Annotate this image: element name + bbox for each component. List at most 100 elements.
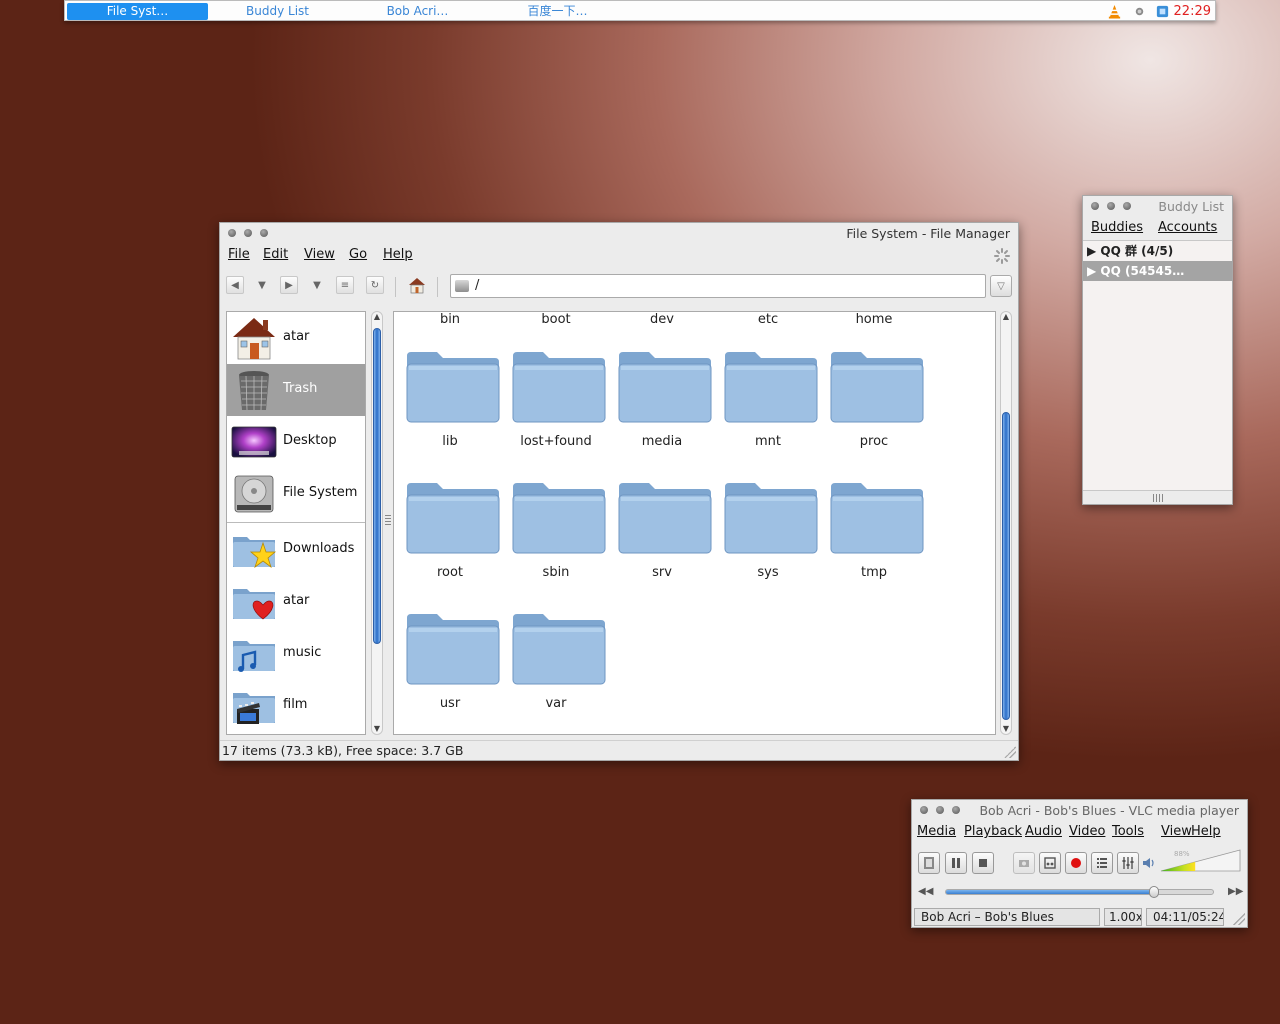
ab-loop-button[interactable] [1039,852,1061,874]
menu-edit[interactable]: Edit [263,247,288,262]
scroll-up-icon[interactable]: ▲ [371,312,383,322]
sidebar-item-desktop[interactable]: Desktop [227,416,365,468]
sidebar-item-home[interactable]: atar [227,312,365,364]
scroll-up-icon[interactable]: ▲ [1000,312,1012,322]
folder-label-home[interactable]: home [821,312,927,327]
stop-button[interactable] [972,852,994,874]
sidebar-item-film[interactable]: film [227,680,365,732]
folder-view-scrollbar[interactable]: ▲ ▼ [1000,311,1012,735]
im-icon[interactable] [1155,4,1170,19]
folder-label-dev[interactable]: dev [609,312,715,327]
network-icon[interactable] [1132,4,1147,19]
harddrive-icon [455,280,469,292]
pause-button[interactable] [945,852,967,874]
reload-button[interactable]: ↻ [366,276,384,294]
maximize-icon[interactable] [952,806,960,814]
buddy-group-qq[interactable]: ▶ QQ (54545… [1083,261,1232,281]
menu-help[interactable]: Help [383,247,413,262]
sidebar-scrollbar[interactable]: ▲ ▼ [371,311,383,735]
folder-item[interactable]: lost+found [503,340,609,471]
record-button[interactable] [1065,852,1087,874]
seek-slider[interactable] [945,886,1214,898]
sidebar-item-downloads[interactable]: Downloads [227,524,365,576]
minimize-icon[interactable] [244,229,252,237]
close-icon[interactable] [228,229,236,237]
scroll-down-icon[interactable]: ▼ [371,724,383,734]
sidebar-item-trash[interactable]: Trash [227,364,365,416]
folder-item[interactable]: proc [821,340,927,471]
folder-label-bin[interactable]: bin [397,312,503,327]
menu-view[interactable]: View [304,247,335,262]
speaker-icon[interactable] [1142,856,1156,870]
fullscreen-button[interactable] [918,852,940,874]
folder-scroll-thumb[interactable] [1002,412,1010,720]
menu-file[interactable]: File [228,247,250,262]
file-manager-titlebar[interactable]: File System - File Manager [220,223,1018,245]
snapshot-button[interactable] [1013,852,1035,874]
close-icon[interactable] [1091,202,1099,210]
back-history-button[interactable]: ▼ [253,276,271,294]
menu-media[interactable]: Media [917,824,956,839]
resize-grip-icon[interactable] [1233,913,1245,925]
equalizer-button[interactable] [1117,852,1139,874]
forward-button[interactable]: ▶ [280,276,298,294]
fast-forward-icon[interactable]: ▶▶ [1228,886,1243,897]
folder-item[interactable]: mnt [715,340,821,471]
folder-item[interactable]: lib [397,340,503,471]
menu-accounts[interactable]: Accounts [1158,220,1217,235]
minimize-icon[interactable] [1107,202,1115,210]
playlist-button[interactable] [1091,852,1113,874]
resize-handle-icon[interactable] [1153,494,1163,502]
location-bar[interactable]: / [450,274,986,298]
folder-item[interactable]: tmp [821,471,927,602]
task-browser[interactable]: 百度一下… [487,3,628,20]
folder-item[interactable]: sbin [503,471,609,602]
folder-label-etc[interactable]: etc [715,312,821,327]
rewind-icon[interactable]: ◀◀ [918,886,933,897]
menu-audio[interactable]: Audio [1025,824,1062,839]
menu-buddies[interactable]: Buddies [1091,220,1143,235]
buddy-list-titlebar[interactable]: Buddy List [1083,196,1232,218]
seek-knob[interactable] [1149,886,1160,898]
folder-item[interactable]: media [609,340,715,471]
sidebar-item-music[interactable]: music [227,628,365,680]
vlc-cone-icon[interactable] [1107,4,1122,19]
minimize-icon[interactable] [936,806,944,814]
buddy-group-qq-qun[interactable]: ▶ QQ 群 (4/5) [1083,241,1232,261]
menu-playback[interactable]: Playback [964,824,1022,839]
back-button[interactable]: ◀ [226,276,244,294]
task-vlc[interactable]: Bob Acri… [347,3,488,20]
task-buddy-list[interactable]: Buddy List [207,3,348,20]
playback-speed[interactable]: 1.00x [1104,908,1142,926]
folder-item[interactable]: sys [715,471,821,602]
time-display[interactable]: 04:11/05:24 [1146,908,1224,926]
maximize-icon[interactable] [260,229,268,237]
vlc-titlebar[interactable]: Bob Acri - Bob's Blues - VLC media playe… [912,800,1247,822]
pane-splitter-handle[interactable] [385,515,391,525]
folder-item[interactable]: root [397,471,503,602]
menu-tools[interactable]: Tools [1112,824,1144,839]
sidebar-item-file-system[interactable]: File System [227,468,365,520]
up-button[interactable]: ≡ [336,276,354,294]
menu-video[interactable]: Video [1069,824,1105,839]
resize-grip-icon[interactable] [1004,746,1016,758]
volume-slider[interactable] [1160,849,1242,873]
menu-help[interactable]: Help [1191,824,1221,839]
maximize-icon[interactable] [1123,202,1131,210]
menu-go[interactable]: Go [349,247,367,262]
forward-history-button[interactable]: ▼ [308,276,326,294]
sidebar-scroll-thumb[interactable] [373,328,381,644]
folder-item[interactable]: srv [609,471,715,602]
location-dropdown-button[interactable]: ▽ [990,275,1012,297]
close-icon[interactable] [920,806,928,814]
home-button[interactable] [408,276,426,294]
menu-view[interactable]: View [1161,824,1192,839]
folder-label-boot[interactable]: boot [503,312,609,327]
clock[interactable]: 22:29 [1174,3,1211,20]
scroll-down-icon[interactable]: ▼ [1000,724,1012,734]
sidebar-item-atar-bookmark[interactable]: atar [227,576,365,628]
folder-item[interactable]: usr [397,602,503,733]
folder-item[interactable]: var [503,602,609,733]
task-file-system[interactable]: File Syst… [67,3,208,20]
folder-icon [406,614,500,685]
